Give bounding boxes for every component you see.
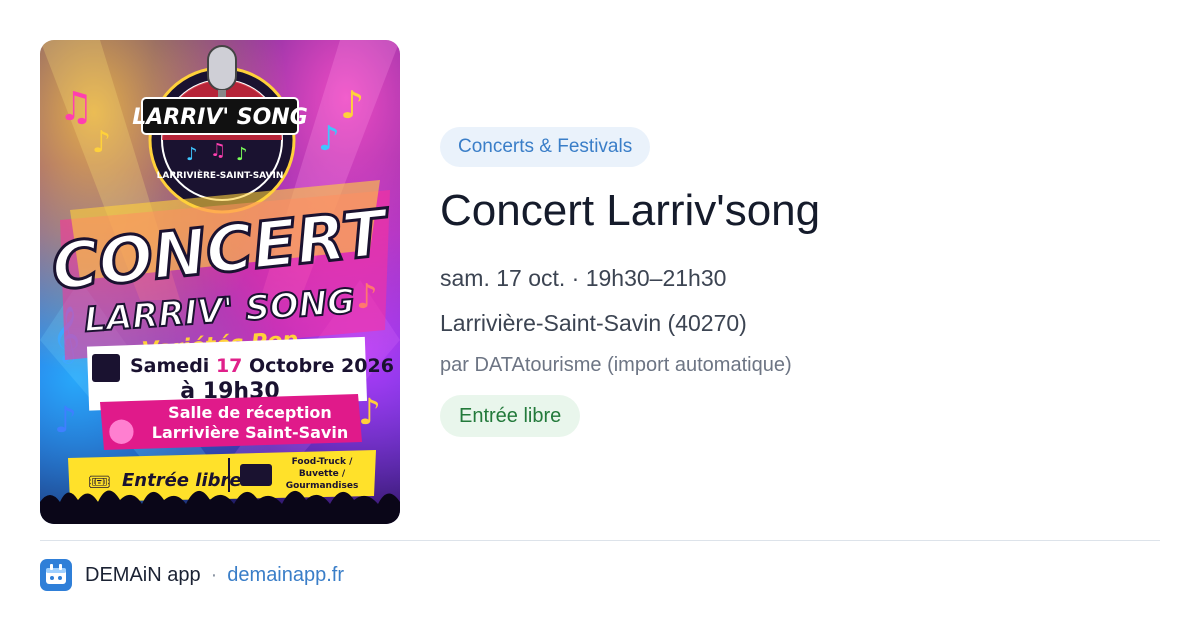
svg-text:⬤: ⬤ — [108, 416, 135, 444]
event-title: Concert Larriv'song — [440, 186, 821, 235]
event-datetime: sam. 17 oct. · 19h30–21h30 — [440, 265, 727, 291]
price-badge: Entrée libre — [440, 395, 581, 437]
category-badge[interactable]: Concerts & Festivals — [440, 127, 651, 167]
app-logo-icon — [40, 559, 72, 591]
footer: DEMAiN app · demainapp.fr — [40, 558, 344, 592]
svg-text:♪: ♪ — [186, 144, 198, 165]
svg-text:Gourmandises: Gourmandises — [286, 481, 359, 491]
food-truck-icon — [240, 464, 272, 486]
svg-text:Samedi 17 Octobre: Samedi 17 Octobre 2026 — [130, 355, 394, 377]
app-name: DEMAiN app — [85, 563, 201, 586]
svg-text:Buvette /: Buvette / — [299, 469, 346, 479]
svg-text:Food-Truck /: Food-Truck / — [292, 457, 353, 467]
event-source: par DATAtourisme (import automatique) — [440, 354, 792, 376]
svg-text:Salle de réception: Salle de réception — [168, 403, 332, 422]
svg-text:♫: ♫ — [210, 140, 226, 161]
music-note-icon: ♪ — [92, 125, 111, 160]
music-note-icon: ♪ — [340, 83, 364, 127]
svg-text:LARRIVIÈRE-SAINT-SAVIN: LARRIVIÈRE-SAINT-SAVIN — [157, 169, 284, 181]
music-note-icon: ♫ — [58, 84, 94, 130]
music-note-icon: ♪ — [54, 400, 77, 441]
footer-separator: · — [210, 563, 218, 586]
svg-text:Larrivière Saint-Savin: Larrivière Saint-Savin — [152, 423, 348, 442]
footer-divider — [40, 540, 1160, 541]
site-link[interactable]: demainapp.fr — [227, 564, 344, 587]
music-note-icon: ♪ — [318, 119, 340, 159]
svg-text:Entrée libre: Entrée libre — [122, 470, 242, 491]
svg-text:♪: ♪ — [236, 144, 248, 165]
ticket-icon: 🎟 — [88, 472, 111, 493]
event-poster-image: ♫ ♪ ♪ ♪ ♪ 𝄞 ♪ ♪ LARRIV' SONG LARRIVIÈRE-… — [40, 40, 400, 524]
event-location: Larrivière-Saint-Savin (40270) — [440, 310, 747, 336]
svg-text:LARRIV' SONG: LARRIV' SONG — [132, 105, 308, 130]
